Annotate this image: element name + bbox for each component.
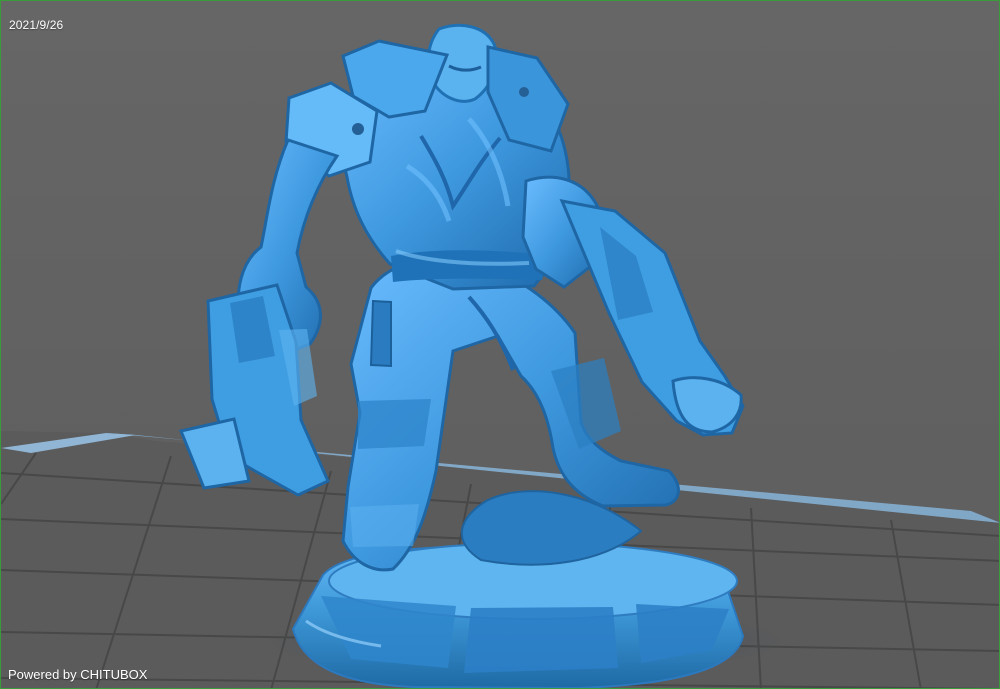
3d-viewport[interactable]: 2021/9/26 Powered by CHITUBOX <box>0 0 1000 689</box>
date-label: 2021/9/26 <box>9 18 64 32</box>
powered-by-label: Powered by CHITUBOX <box>8 667 148 682</box>
scene-canvas[interactable] <box>1 1 1000 689</box>
